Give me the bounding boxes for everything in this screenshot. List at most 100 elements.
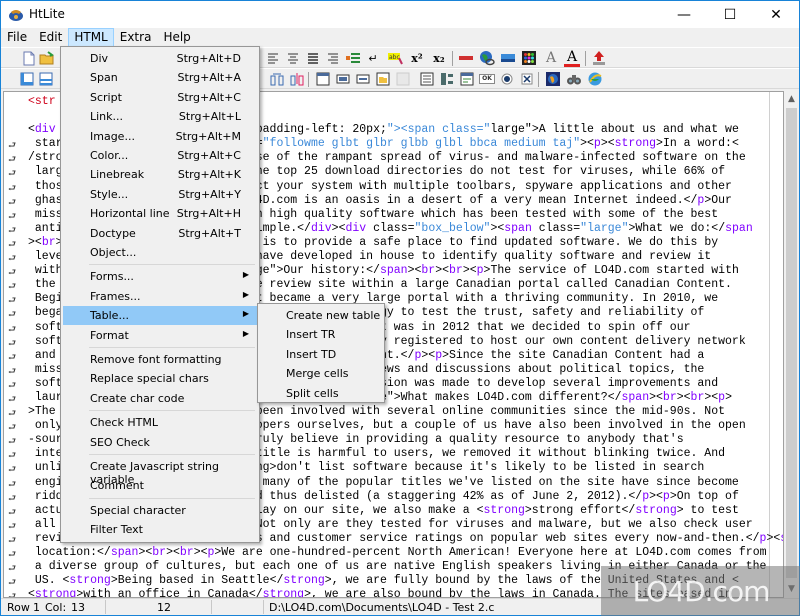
- font-color-icon[interactable]: A: [564, 50, 580, 67]
- menu-item-label: Special character: [90, 503, 186, 517]
- word-wrap-icon: ⮐: [8, 380, 17, 391]
- submenu-arrow-icon: ▶: [242, 270, 249, 280]
- html-menu-item-seo-check[interactable]: SEO Check: [63, 433, 257, 452]
- html-menu-item-special-character[interactable]: Special character: [63, 501, 257, 520]
- tree-icon[interactable]: [439, 71, 455, 87]
- html-menu-item-link[interactable]: Link... Strg+Alt+L: [63, 107, 257, 126]
- table-submenu: Create new table Insert TR Insert TD Merge …: [257, 303, 385, 403]
- html-menu-item-span[interactable]: Span Strg+Alt+A: [63, 68, 257, 87]
- menu-file[interactable]: File: [1, 28, 33, 47]
- html-menu-item-filter-text[interactable]: Filter Text: [63, 520, 257, 539]
- table-submenu-item-insert-td[interactable]: Insert TD: [260, 345, 382, 364]
- word-wrap-icon: ⮐: [8, 282, 17, 293]
- submenu-arrow-icon: ▶: [242, 328, 249, 338]
- binoculars-icon[interactable]: [566, 71, 582, 87]
- html-menu-item-object[interactable]: Object...: [63, 243, 257, 262]
- menu-item-label: Frames...: [90, 289, 141, 303]
- ok-button-icon[interactable]: OK: [479, 74, 495, 84]
- status-divider: [263, 600, 264, 614]
- html-menu-item-create-char-code[interactable]: Create char code: [63, 389, 257, 408]
- menu-item-shortcut: Strg+Alt+T: [178, 226, 241, 240]
- page-layout-icon[interactable]: [19, 71, 35, 87]
- font-icon[interactable]: A: [543, 50, 559, 66]
- horizontal-rule-icon[interactable]: [458, 50, 474, 66]
- radio-icon[interactable]: [499, 71, 515, 87]
- word-wrap-icon: ⮐: [8, 394, 17, 405]
- textbox-icon[interactable]: [335, 71, 351, 87]
- table-submenu-item-merge-cells[interactable]: Merge cells: [260, 364, 382, 383]
- html-menu-item-div[interactable]: Div Strg+Alt+D: [63, 49, 257, 68]
- spellcheck-icon[interactable]: abc: [387, 50, 403, 66]
- html-menu-item-replace-special-chars[interactable]: Replace special chars: [63, 369, 257, 388]
- html-menu-item-check-html[interactable]: Check HTML: [63, 413, 257, 432]
- html-menu-item-doctype[interactable]: Doctype Strg+Alt+T: [63, 224, 257, 243]
- menu-item-label: Object...: [90, 246, 137, 259]
- html-menu-item-remove-font-formatting[interactable]: Remove font formatting: [63, 350, 257, 369]
- scroll-up-icon[interactable]: ▲: [784, 91, 799, 106]
- code-line-text: location:</span><br><br><p>We are one-hu…: [28, 546, 767, 559]
- image-bar-icon[interactable]: [500, 50, 516, 66]
- menu-help[interactable]: Help: [157, 28, 196, 47]
- folder-frame-icon[interactable]: [375, 71, 391, 87]
- upload-icon[interactable]: [591, 50, 607, 66]
- menu-item-label: Script: [90, 90, 122, 104]
- col-value: 13: [71, 601, 85, 614]
- close-button[interactable]: ✕: [753, 1, 799, 29]
- html-menu-item-color[interactable]: Color... Strg+Alt+C: [63, 146, 257, 165]
- vertical-scrollbar[interactable]: ▲ ▼: [784, 91, 799, 598]
- new-file-icon[interactable]: [21, 50, 37, 66]
- html-menu-item-linebreak[interactable]: Linebreak Strg+Alt+K: [63, 165, 257, 184]
- split-column-icon[interactable]: [269, 71, 285, 87]
- menu-edit[interactable]: Edit: [33, 28, 68, 47]
- html-menu-item-table[interactable]: Table... ▶: [63, 306, 257, 326]
- html-menu-item-style[interactable]: Style... Strg+Alt+Y: [63, 185, 257, 204]
- html-menu-item-image[interactable]: Image... Strg+Alt+M: [63, 127, 257, 146]
- scrollbar-thumb[interactable]: [786, 108, 797, 578]
- internet-explorer-icon[interactable]: [587, 71, 603, 87]
- table-submenu-item-split-cells[interactable]: Split cells: [260, 384, 382, 403]
- textfield-icon[interactable]: [355, 71, 371, 87]
- table-submenu-item-create-new-table[interactable]: Create new table: [260, 306, 382, 325]
- form-icon[interactable]: [459, 71, 475, 87]
- superscript-icon[interactable]: x²: [409, 50, 425, 66]
- menu-extra[interactable]: Extra: [114, 28, 158, 47]
- textarea-icon[interactable]: [419, 71, 435, 87]
- word-wrap-icon: ⮐: [8, 592, 17, 598]
- code-line: ⮐ location:</span><br><br><p>We are one-…: [8, 546, 783, 560]
- list-icon[interactable]: [345, 50, 361, 66]
- align-right-icon[interactable]: [325, 50, 341, 66]
- table-submenu-item-insert-tr[interactable]: Insert TR: [260, 325, 382, 344]
- app-logo-icon: [9, 10, 23, 21]
- word-wrap-icon: ⮐: [8, 197, 17, 208]
- menu-item-label: Remove font formatting: [90, 353, 222, 366]
- html-menu-item-horizontal-line[interactable]: Horizontal line Strg+Alt+H: [63, 204, 257, 223]
- subscript-icon[interactable]: x₂: [431, 50, 447, 66]
- html-menu-item-format[interactable]: Format ▶: [63, 326, 257, 345]
- align-center-icon[interactable]: [285, 50, 301, 66]
- linebreak-icon[interactable]: ↵: [365, 50, 381, 66]
- color-palette-icon[interactable]: [521, 50, 537, 66]
- globe-link-icon[interactable]: [479, 50, 495, 66]
- page-bottom-icon[interactable]: [38, 71, 54, 87]
- menu-item-label: Filter Text: [90, 523, 143, 537]
- justify-icon[interactable]: [305, 50, 321, 66]
- frame-top-icon[interactable]: [315, 71, 331, 87]
- blank-icon[interactable]: [395, 71, 411, 87]
- menu-item-label: Create new table: [286, 309, 381, 322]
- menu-html[interactable]: HTML: [68, 28, 114, 47]
- html-menu-item-forms[interactable]: Forms... ▶: [63, 267, 257, 286]
- html-menu-item-create-javascript-string-variable[interactable]: Create Javascript string variable: [63, 457, 257, 486]
- html-menu-item-script[interactable]: Script Strg+Alt+C: [63, 88, 257, 107]
- browser-globe-icon[interactable]: [545, 71, 561, 87]
- align-left-icon[interactable]: [265, 50, 281, 66]
- open-folder-icon[interactable]: [39, 50, 55, 66]
- checkbox-icon[interactable]: [519, 71, 535, 87]
- html-menu-item-frames[interactable]: Frames... ▶: [63, 287, 257, 306]
- minimize-button[interactable]: —: [661, 1, 707, 29]
- html-menu-item-comment[interactable]: Comment: [63, 476, 257, 495]
- insert-column-icon[interactable]: [289, 71, 305, 87]
- menu-item-shortcut: Strg+Alt+C: [177, 90, 241, 104]
- maximize-button[interactable]: ☐: [707, 1, 753, 29]
- col-label: Col:: [45, 601, 67, 614]
- word-wrap-icon: ⮐: [8, 465, 17, 476]
